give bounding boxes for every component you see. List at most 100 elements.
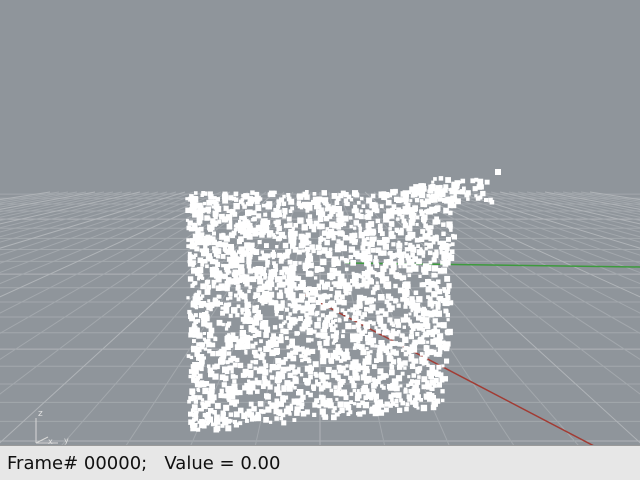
particle — [441, 364, 445, 368]
particle — [224, 286, 230, 292]
particle — [269, 364, 276, 371]
particle — [252, 216, 257, 222]
particle — [443, 242, 449, 249]
particle — [254, 341, 258, 346]
particle — [286, 409, 291, 414]
particle — [375, 328, 381, 334]
particle — [273, 190, 277, 194]
particle — [200, 283, 207, 290]
particle — [245, 316, 251, 322]
particle — [428, 311, 435, 318]
particle — [442, 376, 448, 382]
particle — [334, 354, 339, 359]
particle — [443, 325, 447, 329]
particle — [402, 195, 409, 202]
particle — [289, 403, 293, 407]
particle — [232, 362, 238, 368]
particle — [371, 321, 376, 326]
particle — [243, 215, 247, 219]
particle — [295, 298, 300, 303]
particle — [252, 231, 259, 237]
particle — [305, 347, 310, 352]
particle — [192, 339, 196, 343]
particle — [329, 212, 334, 217]
particle — [286, 290, 291, 294]
particle — [444, 275, 451, 282]
particle — [337, 230, 344, 237]
particle — [337, 401, 344, 408]
particle — [232, 256, 239, 263]
particle — [307, 234, 311, 238]
particle — [358, 226, 363, 231]
particle — [191, 282, 196, 287]
particle — [404, 247, 410, 252]
particle — [360, 275, 364, 279]
particle — [276, 199, 281, 204]
particle — [266, 280, 270, 284]
particle — [244, 299, 248, 303]
particle — [258, 347, 262, 352]
particle — [425, 233, 431, 239]
particle — [474, 177, 479, 182]
particle — [255, 205, 262, 211]
particle — [366, 227, 372, 233]
particle — [315, 300, 321, 305]
particle — [212, 246, 216, 250]
particle — [265, 406, 272, 413]
particle — [263, 369, 269, 374]
particle — [245, 222, 252, 229]
3d-viewport[interactable]: z x y — [0, 0, 640, 445]
particle — [230, 374, 236, 379]
particle — [257, 240, 262, 245]
particle — [442, 287, 446, 291]
particle — [206, 322, 213, 329]
particle — [298, 283, 305, 290]
particle — [223, 404, 230, 411]
particle — [432, 219, 438, 225]
particle — [455, 198, 461, 205]
viewport-canvas[interactable]: z x y — [0, 0, 640, 445]
particle — [365, 335, 372, 342]
particle — [444, 342, 450, 348]
particle — [283, 328, 289, 335]
particle — [288, 319, 296, 326]
particle — [341, 334, 345, 339]
particle — [362, 258, 366, 262]
particle — [238, 268, 245, 275]
particle — [197, 222, 202, 226]
particle — [273, 341, 279, 348]
particle — [234, 293, 238, 298]
particle — [326, 252, 333, 259]
particle — [391, 209, 396, 213]
particle — [304, 203, 310, 210]
particle — [259, 228, 266, 235]
particle — [343, 401, 350, 408]
particle — [407, 231, 411, 236]
particle — [361, 238, 367, 244]
particle — [407, 396, 413, 402]
particle — [358, 230, 362, 234]
gizmo-z-label: z — [38, 409, 43, 419]
particle — [374, 284, 380, 291]
particle — [422, 186, 427, 191]
particle — [312, 329, 317, 334]
particle — [213, 336, 217, 340]
particle — [353, 304, 360, 311]
particle — [241, 293, 248, 300]
particle — [484, 198, 488, 202]
particle — [355, 213, 360, 217]
particle — [396, 242, 403, 249]
particle — [306, 248, 311, 253]
particle — [248, 389, 253, 395]
particle — [228, 291, 233, 297]
particle — [389, 305, 395, 311]
particle — [402, 263, 408, 269]
particle — [233, 411, 240, 418]
particle — [369, 241, 375, 247]
particle — [306, 357, 311, 362]
particle — [248, 401, 254, 407]
particle — [320, 385, 326, 390]
particle — [318, 394, 325, 400]
particle — [312, 412, 317, 417]
particle — [205, 234, 211, 240]
